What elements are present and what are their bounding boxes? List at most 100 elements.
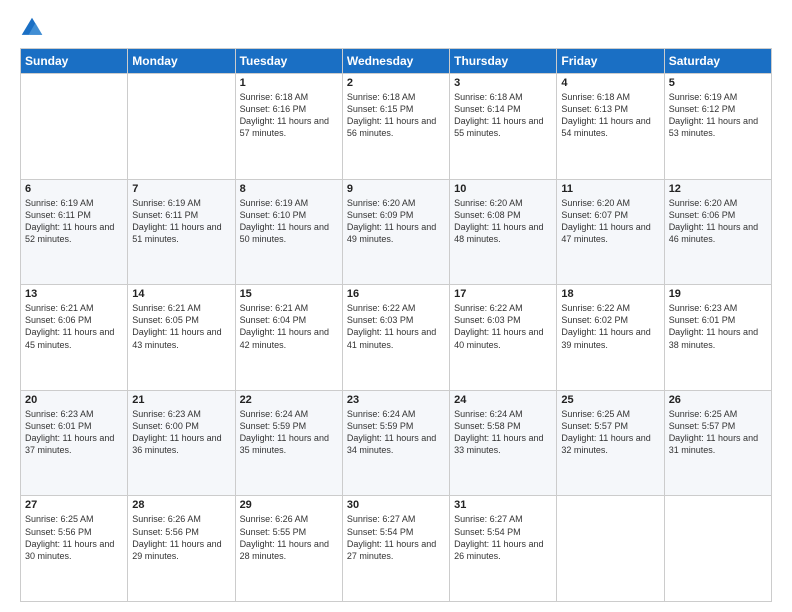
sunrise-text: Sunrise: 6:18 AM [561,92,630,102]
sunrise-text: Sunrise: 6:23 AM [132,409,201,419]
cell-info: Sunrise: 6:18 AM Sunset: 6:16 PM Daylight:… [240,91,338,140]
calendar-week-row: 1 Sunrise: 6:18 AM Sunset: 6:16 PM Daylight… [21,74,772,180]
cell-info: Sunrise: 6:20 AMSunset: 6:06 PMDaylight:… [669,197,767,246]
cell-info: Sunrise: 6:20 AMSunset: 6:08 PMDaylight:… [454,197,552,246]
cell-info: Sunrise: 6:18 AMSunset: 6:15 PMDaylight:… [347,91,445,140]
sunset-text: Sunset: 6:12 PM [669,104,736,114]
calendar-header-monday: Monday [128,49,235,74]
sunrise-text: Sunrise: 6:20 AM [454,198,523,208]
day-number: 8 [240,183,338,195]
sunrise-text: Sunrise: 6:18 AM [347,92,416,102]
cell-info: Sunrise: 6:18 AMSunset: 6:14 PMDaylight:… [454,91,552,140]
cell-info: Sunrise: 6:25 AMSunset: 5:57 PMDaylight:… [669,408,767,457]
daylight-text: Daylight: 11 hours and 39 minutes. [561,327,650,349]
sunset-text: Sunset: 5:57 PM [669,421,736,431]
day-number: 18 [561,288,659,300]
sunset-text: Sunset: 6:00 PM [132,421,199,431]
sunset-text: Sunset: 6:04 PM [240,315,307,325]
calendar-week-row: 20Sunrise: 6:23 AMSunset: 6:01 PMDayligh… [21,390,772,496]
daylight-text: Daylight: 11 hours and 34 minutes. [347,433,436,455]
daylight-text: Daylight: 11 hours and 57 minutes. [240,116,329,138]
day-number: 15 [240,288,338,300]
sunset-text: Sunset: 6:07 PM [561,210,628,220]
sunset-text: Sunset: 5:58 PM [454,421,521,431]
day-number: 21 [132,394,230,406]
calendar-cell: 27Sunrise: 6:25 AMSunset: 5:56 PMDayligh… [21,496,128,602]
calendar-table: SundayMondayTuesdayWednesdayThursdayFrid… [20,48,772,602]
sunrise-text: Sunrise: 6:23 AM [669,303,738,313]
sunset-text: Sunset: 5:54 PM [454,527,521,537]
daylight-text: Daylight: 11 hours and 48 minutes. [454,222,543,244]
calendar-header-sunday: Sunday [21,49,128,74]
sunrise-text: Sunrise: 6:19 AM [25,198,94,208]
calendar-cell: 29Sunrise: 6:26 AMSunset: 5:55 PMDayligh… [235,496,342,602]
daylight-text: Daylight: 11 hours and 35 minutes. [240,433,329,455]
cell-info: Sunrise: 6:21 AMSunset: 6:06 PMDaylight:… [25,302,123,351]
sunset-text: Sunset: 5:57 PM [561,421,628,431]
day-number: 25 [561,394,659,406]
calendar-week-row: 13 Sunrise: 6:21 AMSunset: 6:06 PMDayligh… [21,285,772,391]
sunrise-text: Sunrise: 6:18 AM [240,92,309,102]
day-number: 23 [347,394,445,406]
sunset-text: Sunset: 6:11 PM [25,210,91,220]
cell-info: Sunrise: 6:23 AMSunset: 6:01 PMDaylight:… [25,408,123,457]
calendar-header-wednesday: Wednesday [342,49,449,74]
calendar-cell: 3Sunrise: 6:18 AMSunset: 6:14 PMDaylight… [450,74,557,180]
sunrise-text: Sunrise: 6:24 AM [347,409,416,419]
daylight-text: Daylight: 11 hours and 47 minutes. [561,222,650,244]
sunrise-text: Sunrise: 6:27 AM [454,514,523,524]
day-number: 13 [25,288,123,300]
sunrise-text: Sunrise: 6:22 AM [561,303,630,313]
day-number: 28 [132,499,230,511]
sunrise-text: Sunrise: 6:19 AM [240,198,309,208]
daylight-text: Daylight: 11 hours and 51 minutes. [132,222,221,244]
cell-info: Sunrise: 6:25 AM Sunset: 5:57 PM Daylight:… [561,408,659,457]
calendar-header-thursday: Thursday [450,49,557,74]
daylight-text: Daylight: 11 hours and 52 minutes. [25,222,114,244]
sunset-text: Sunset: 6:13 PM [561,104,628,114]
daylight-text: Daylight: 11 hours and 38 minutes. [669,327,758,349]
calendar-cell: 14 Sunrise: 6:21 AMSunset: 6:05 PMDayligh… [128,285,235,391]
day-number: 14 [132,288,230,300]
sunset-text: Sunset: 6:16 PM [240,104,307,114]
calendar-cell [664,496,771,602]
calendar-week-row: 6Sunrise: 6:19 AMSunset: 6:11 PMDaylight… [21,179,772,285]
cell-info: Sunrise: 6:23 AMSunset: 6:01 PMDaylight:… [669,302,767,351]
day-number: 9 [347,183,445,195]
daylight-text: Daylight: 11 hours and 42 minutes. [240,327,329,349]
sunset-text: Sunset: 6:03 PM [454,315,521,325]
sunrise-text: Sunrise: 6:21 AM [25,303,94,313]
daylight-text: Daylight: 11 hours and 27 minutes. [347,539,436,561]
logo-icon [20,16,44,40]
sunset-text: Sunset: 6:10 PM [240,210,307,220]
sunrise-text: Sunrise: 6:22 AM [454,303,523,313]
daylight-text: Daylight: 11 hours and 55 minutes. [454,116,543,138]
calendar-cell [557,496,664,602]
day-number: 12 [669,183,767,195]
daylight-text: Daylight: 11 hours and 32 minutes. [561,433,650,455]
sunrise-text: Sunrise: 6:25 AM [561,409,630,419]
sunrise-text: Sunrise: 6:20 AM [347,198,416,208]
cell-info: Sunrise: 6:26 AMSunset: 5:56 PMDaylight:… [132,513,230,562]
sunrise-text: Sunrise: 6:21 AM [240,303,309,313]
cell-info: Sunrise: 6:21 AMSunset: 6:05 PMDaylight:… [132,302,230,351]
cell-info: Sunrise: 6:21 AM Sunset: 6:04 PM Daylight:… [240,302,338,351]
calendar-header-row: SundayMondayTuesdayWednesdayThursdayFrid… [21,49,772,74]
calendar-cell: 31Sunrise: 6:27 AMSunset: 5:54 PMDayligh… [450,496,557,602]
day-number: 1 [240,77,338,89]
sunrise-text: Sunrise: 6:25 AM [669,409,738,419]
daylight-text: Daylight: 11 hours and 33 minutes. [454,433,543,455]
sunset-text: Sunset: 6:09 PM [347,210,414,220]
day-number: 5 [669,77,767,89]
daylight-text: Daylight: 11 hours and 41 minutes. [347,327,436,349]
cell-info: Sunrise: 6:19 AM Sunset: 6:11 PM Daylight:… [25,197,123,246]
sunset-text: Sunset: 6:03 PM [347,315,414,325]
daylight-text: Daylight: 11 hours and 43 minutes. [132,327,221,349]
sunset-text: Sunset: 6:02 PM [561,315,628,325]
calendar-header-tuesday: Tuesday [235,49,342,74]
day-number: 29 [240,499,338,511]
sunset-text: Sunset: 5:56 PM [25,527,92,537]
day-number: 16 [347,288,445,300]
day-number: 26 [669,394,767,406]
sunrise-text: Sunrise: 6:27 AM [347,514,416,524]
